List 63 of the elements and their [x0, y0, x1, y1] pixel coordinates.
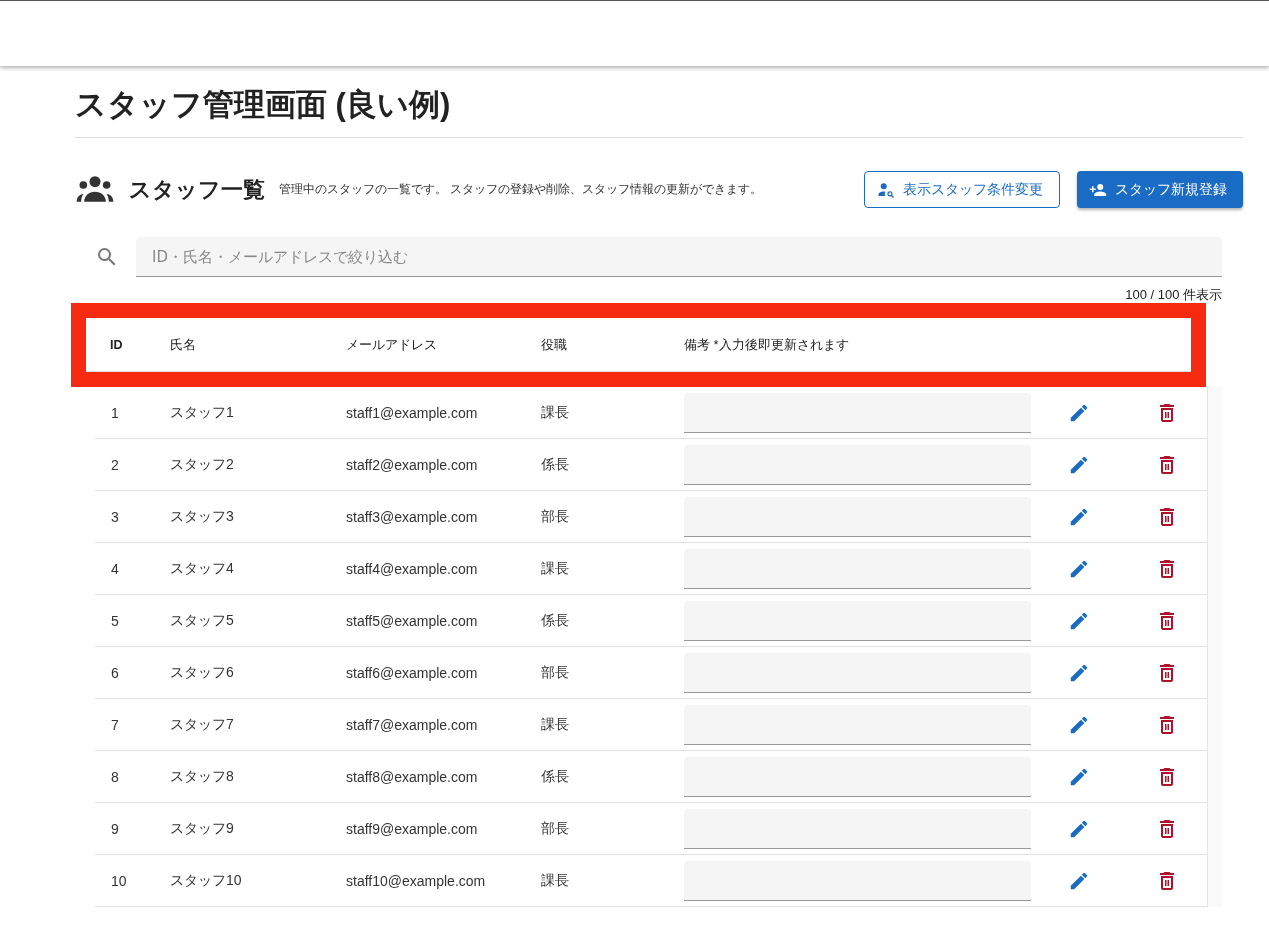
column-header: 役職 — [541, 335, 568, 354]
table-cell-text: スタッフ3 — [170, 507, 235, 526]
table-cell-text: 2 — [111, 456, 120, 473]
table-cell-text: 部長 — [541, 819, 570, 838]
column-header: ID — [110, 337, 124, 352]
table-cell-text: スタッフ8 — [170, 767, 235, 786]
register-button[interactable]: スタッフ新規登録 — [1077, 171, 1243, 208]
table-cell-text: 8 — [111, 768, 120, 785]
table-cell-text: staff3@example.com — [346, 508, 479, 525]
table-cell-text: staff10@example.com — [346, 872, 487, 889]
table-cell-text: staff5@example.com — [346, 612, 479, 629]
table-cell-text: staff2@example.com — [346, 456, 479, 473]
note-field[interactable] — [684, 860, 1031, 901]
table-cell-text: スタッフ5 — [170, 611, 235, 630]
table-cell-text: スタッフ4 — [170, 559, 235, 578]
table-cell-text: staff9@example.com — [346, 820, 479, 837]
table-cell-text: スタッフ1 — [170, 403, 235, 422]
table-cell-text: スタッフ2 — [170, 455, 235, 474]
note-field[interactable] — [684, 496, 1031, 537]
filter-button[interactable]: 表示スタッフ条件変更 — [864, 171, 1060, 208]
table-cell-text: 部長 — [541, 507, 570, 526]
table-cell-text: 7 — [111, 716, 120, 733]
table-cell-text: 係長 — [541, 455, 570, 474]
page-title: スタッフ管理画面 (良い例) — [75, 66, 1243, 138]
table-cell-text: 4 — [111, 560, 120, 577]
table-cell-text: 1 — [111, 404, 120, 421]
table-cell-text: 3 — [111, 508, 120, 525]
note-field[interactable] — [684, 652, 1031, 693]
table-cell-text: スタッフ10 — [170, 871, 243, 890]
note-field[interactable] — [684, 548, 1031, 589]
table-cell-text: 10 — [111, 872, 128, 889]
table-cell-text: 5 — [111, 612, 120, 629]
table-cell-text: スタッフ9 — [170, 819, 235, 838]
table-cell-text: スタッフ6 — [170, 663, 235, 682]
person-search-icon — [877, 180, 895, 199]
table-cell-text: スタッフ7 — [170, 715, 235, 734]
note-field[interactable] — [684, 444, 1031, 485]
table-cell-text: 6 — [111, 664, 120, 681]
table-cell-text: staff4@example.com — [346, 560, 479, 577]
table-cell-text: staff8@example.com — [346, 768, 479, 785]
table-cell-text: 課長 — [541, 871, 570, 890]
note-field[interactable] — [684, 600, 1031, 641]
search-field[interactable]: ID・氏名・メールアドレスで絞り込む — [136, 237, 1222, 277]
note-field[interactable] — [684, 392, 1031, 433]
table-cell-text: 課長 — [541, 559, 570, 578]
table-cell-text: 9 — [111, 820, 120, 837]
table-cell-text: staff6@example.com — [346, 664, 479, 681]
section-description: 管理中のスタッフの一覧です。 スタッフの登録や削除、スタッフ情報の更新ができます。 — [279, 182, 764, 197]
table-cell-text: 課長 — [541, 715, 570, 734]
table-cell-text: staff1@example.com — [346, 404, 479, 421]
result-count: 100 / 100 件表示 — [1124, 287, 1222, 302]
table-cell-text: 部長 — [541, 663, 570, 682]
note-field[interactable] — [684, 704, 1031, 745]
table-cell-text: 係長 — [541, 611, 570, 630]
table-cell-text: staff7@example.com — [346, 716, 479, 733]
note-field[interactable] — [684, 808, 1031, 849]
column-header: 氏名 — [170, 335, 197, 354]
section-title: スタッフ一覧 — [129, 175, 265, 204]
table-cell-text: 課長 — [541, 403, 570, 422]
column-header: 備考 *入力後即更新されます — [684, 335, 850, 354]
column-header: メールアドレス — [346, 335, 438, 354]
table-cell-text: 係長 — [541, 767, 570, 786]
note-field[interactable] — [684, 756, 1031, 797]
